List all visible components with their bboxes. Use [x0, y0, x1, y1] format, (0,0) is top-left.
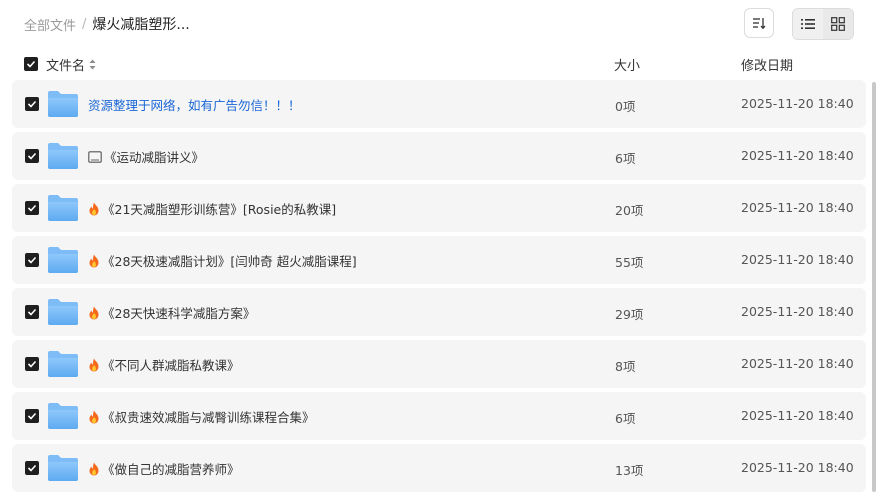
check-icon [27, 100, 37, 108]
scrollbar[interactable] [872, 82, 876, 492]
check-icon [27, 464, 37, 472]
grid-view-icon [831, 17, 845, 31]
file-date: 2025-11-20 18:40 [741, 356, 854, 371]
file-name[interactable]: 《不同人群减脂私教课》 [88, 355, 240, 374]
file-date: 2025-11-20 18:40 [741, 408, 854, 423]
grid-view-button[interactable] [823, 9, 853, 39]
folder-icon [47, 402, 79, 433]
file-list: 资源整理于网络，如有广告勿信！！！ 0项 2025-11-20 18:40 《运动减脂… [12, 80, 866, 496]
file-size: 20项 [615, 203, 644, 218]
file-name-label: 《做自己的减脂营养师》 [102, 462, 240, 477]
file-name-label: 《运动减脂讲义》 [104, 150, 205, 165]
file-name-label: 《叔贵速效减脂与减臀训练课程合集》 [102, 410, 315, 425]
file-size: 6项 [615, 151, 636, 166]
file-row[interactable]: 《21天减脂塑形训练营》[Rosie的私教课] 20项 2025-11-20 18:… [12, 184, 866, 232]
folder-icon [47, 90, 79, 121]
tablet-icon [88, 150, 102, 163]
file-size: 55项 [615, 255, 644, 270]
breadcrumb-separator: / [82, 16, 87, 32]
file-date: 2025-11-20 18:40 [741, 460, 854, 475]
folder-icon [47, 246, 79, 277]
file-date: 2025-11-20 18:40 [741, 304, 854, 319]
view-toggle [792, 8, 854, 40]
file-name[interactable]: 《21天减脂塑形训练营》[Rosie的私教课] [88, 199, 336, 218]
folder-icon [47, 298, 79, 329]
file-date: 2025-11-20 18:40 [741, 96, 854, 111]
row-checkbox[interactable] [25, 357, 39, 371]
folder-icon [47, 142, 79, 173]
fire-icon [88, 462, 100, 476]
file-size: 29项 [615, 307, 644, 322]
column-header-name[interactable]: 文件名 [46, 55, 96, 74]
column-header-size[interactable]: 大小 [614, 55, 640, 74]
file-name[interactable]: 资源整理于网络，如有广告勿信！！！ [88, 95, 301, 114]
check-icon [27, 308, 37, 316]
file-size: 13项 [615, 463, 644, 478]
row-checkbox[interactable] [25, 409, 39, 423]
fire-icon [88, 306, 100, 320]
check-icon [27, 204, 37, 212]
column-header-date[interactable]: 修改日期 [741, 55, 793, 74]
file-row[interactable]: 《叔贵速效减脂与减臀训练课程合集》 6项 2025-11-20 18:40 [12, 392, 866, 440]
list-view-icon [801, 19, 815, 29]
table-header: 文件名 大小 修改日期 [0, 52, 878, 76]
file-name[interactable]: 《28天极速减脂计划》[闫帅奇 超火减脂课程] [88, 251, 357, 270]
row-checkbox[interactable] [25, 201, 39, 215]
check-icon [27, 412, 37, 420]
file-name[interactable]: 《做自己的减脂营养师》 [88, 459, 240, 478]
breadcrumb: 全部文件 / 爆火减脂塑形... [24, 14, 190, 34]
file-name[interactable]: 《运动减脂讲义》 [88, 147, 204, 166]
folder-icon [47, 454, 79, 485]
check-icon [27, 152, 37, 160]
sort-caret-icon [89, 59, 96, 70]
row-checkbox[interactable] [25, 253, 39, 267]
folder-icon [47, 194, 79, 225]
row-checkbox[interactable] [25, 461, 39, 475]
file-name[interactable]: 《28天快速科学减脂方案》 [88, 303, 255, 322]
file-row[interactable]: 《28天快速科学减脂方案》 29项 2025-11-20 18:40 [12, 288, 866, 336]
folder-icon [47, 350, 79, 381]
file-name-label: 资源整理于网络，如有广告勿信！！！ [88, 98, 301, 113]
file-row[interactable]: 《做自己的减脂营养师》 13项 2025-11-20 18:40 [12, 444, 866, 492]
check-icon [26, 60, 36, 68]
file-row[interactable]: 资源整理于网络，如有广告勿信！！！ 0项 2025-11-20 18:40 [12, 80, 866, 128]
list-view-button[interactable] [793, 9, 823, 39]
file-name-label: 《28天快速科学减脂方案》 [102, 306, 256, 321]
file-size: 6项 [615, 411, 636, 426]
file-date: 2025-11-20 18:40 [741, 200, 854, 215]
breadcrumb-root[interactable]: 全部文件 [24, 15, 76, 34]
file-date: 2025-11-20 18:40 [741, 252, 854, 267]
sort-button[interactable] [744, 8, 774, 38]
file-row[interactable]: 《28天极速减脂计划》[闫帅奇 超火减脂课程] 55项 2025-11-20 18:… [12, 236, 866, 284]
fire-icon [88, 254, 100, 268]
file-name[interactable]: 《叔贵速效减脂与减臀训练课程合集》 [88, 407, 315, 426]
file-date: 2025-11-20 18:40 [741, 148, 854, 163]
file-size: 0项 [615, 99, 636, 114]
row-checkbox[interactable] [25, 149, 39, 163]
check-icon [27, 360, 37, 368]
file-row[interactable]: 《不同人群减脂私教课》 8项 2025-11-20 18:40 [12, 340, 866, 388]
file-name-label: 《不同人群减脂私教课》 [102, 358, 240, 373]
file-size: 8项 [615, 359, 636, 374]
breadcrumb-current: 爆火减脂塑形... [92, 17, 190, 33]
row-checkbox[interactable] [25, 305, 39, 319]
column-header-name-label: 文件名 [46, 59, 86, 74]
sort-icon [753, 18, 766, 30]
fire-icon [88, 410, 100, 424]
fire-icon [88, 358, 100, 372]
file-name-label: 《21天减脂塑形训练营》[Rosie的私教课] [102, 202, 337, 217]
file-row[interactable]: 《运动减脂讲义》 6项 2025-11-20 18:40 [12, 132, 866, 180]
fire-icon [88, 202, 100, 216]
row-checkbox[interactable] [25, 97, 39, 111]
check-icon [27, 256, 37, 264]
file-name-label: 《28天极速减脂计划》[闫帅奇 超火减脂课程] [102, 254, 357, 269]
select-all-checkbox[interactable] [24, 57, 38, 71]
